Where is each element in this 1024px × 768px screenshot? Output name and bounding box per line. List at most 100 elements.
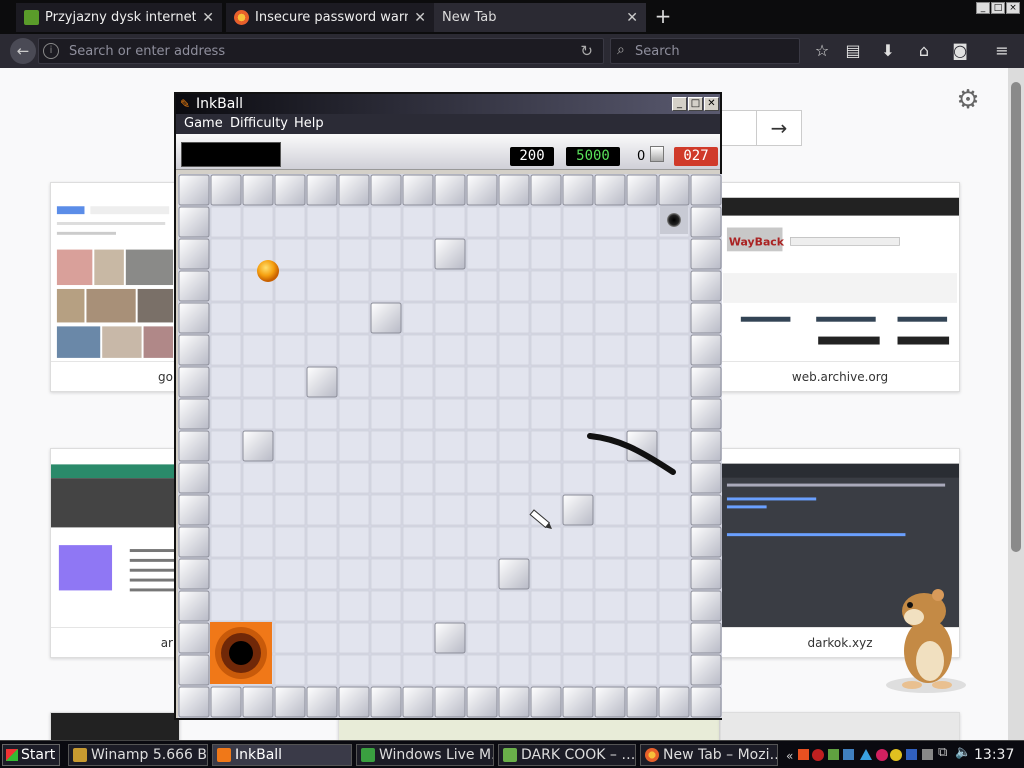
system-tray[interactable]: « xyxy=(786,745,936,765)
inkball-close-button[interactable]: ✕ xyxy=(704,97,719,111)
winamp-icon xyxy=(73,748,87,762)
scrollbar-thumb[interactable] xyxy=(1011,82,1021,552)
floor-tile xyxy=(306,494,338,526)
close-tab-icon[interactable]: ✕ xyxy=(414,10,426,26)
tray-icon[interactable] xyxy=(812,749,824,761)
task-label: Winamp 5.666 B… xyxy=(91,747,208,763)
close-tab-icon[interactable]: ✕ xyxy=(626,10,638,26)
floor-tile xyxy=(306,558,338,590)
floor-tile xyxy=(594,622,626,654)
wall-tile xyxy=(178,494,210,526)
floor-tile xyxy=(626,654,658,686)
floor-tile xyxy=(594,366,626,398)
tray-icon[interactable] xyxy=(843,749,854,760)
search-go-button[interactable]: → xyxy=(756,110,802,146)
floor-tile xyxy=(626,238,658,270)
search-input[interactable]: ⌕ Search xyxy=(610,38,800,64)
board-canvas[interactable] xyxy=(178,174,722,718)
floor-tile xyxy=(306,526,338,558)
close-window-button[interactable]: × xyxy=(1006,2,1020,14)
wall-tile xyxy=(370,686,402,718)
tab-new-tab[interactable]: New Tab ✕ xyxy=(434,3,646,32)
floor-tile xyxy=(658,558,690,590)
floor-tile xyxy=(626,270,658,302)
web-archive-tile[interactable]: WayBack web.archive.org xyxy=(720,182,960,392)
wall-tile xyxy=(690,270,722,302)
bookmark-star-icon[interactable]: ☆ xyxy=(812,41,832,61)
floor-tile xyxy=(210,334,242,366)
network-icon[interactable]: ⧉ xyxy=(938,745,947,760)
tray-icon[interactable] xyxy=(828,749,839,760)
new-tab-plus-icon[interactable]: + xyxy=(650,4,676,30)
back-arrow-icon[interactable]: ← xyxy=(10,38,36,64)
floor-tile xyxy=(306,334,338,366)
gear-icon[interactable]: ⚙ xyxy=(954,86,982,114)
task-dark-cook[interactable]: DARK COOK – … xyxy=(498,744,636,766)
floor-tile xyxy=(242,334,274,366)
archive-org-tile[interactable]: ar xyxy=(50,448,180,658)
wall-tile xyxy=(178,462,210,494)
floor-tile xyxy=(242,206,274,238)
inkball-minimize-button[interactable]: _ xyxy=(672,97,687,111)
info-icon[interactable]: i xyxy=(43,43,59,59)
minimize-window-button[interactable]: _ xyxy=(976,2,990,14)
inkball-maximize-button[interactable]: □ xyxy=(688,97,703,111)
floor-tile xyxy=(242,526,274,558)
game-board[interactable] xyxy=(178,174,722,718)
google-images-tile[interactable]: go xyxy=(50,182,180,392)
download-icon[interactable]: ⬇ xyxy=(878,41,898,61)
tray-icon[interactable] xyxy=(860,749,872,760)
task-inkball[interactable]: InkBall xyxy=(212,744,352,766)
floor-tile xyxy=(530,302,562,334)
floor-tile xyxy=(658,398,690,430)
windows-logo-icon xyxy=(6,749,18,761)
floor-tile xyxy=(466,366,498,398)
tab-insecure-password[interactable]: Insecure password warni… ✕ xyxy=(226,3,434,32)
floor-tile xyxy=(498,206,530,238)
reload-icon[interactable]: ↻ xyxy=(580,42,593,60)
floor-tile xyxy=(434,302,466,334)
wall-tile xyxy=(178,174,210,206)
volume-icon[interactable]: 🔈 xyxy=(955,745,971,760)
library-icon[interactable]: ▤ xyxy=(843,41,863,61)
tray-icon[interactable] xyxy=(798,749,809,760)
floor-tile xyxy=(530,238,562,270)
floor-tile xyxy=(370,430,402,462)
task-winamp[interactable]: Winamp 5.666 B… xyxy=(68,744,208,766)
block-tile xyxy=(434,622,466,654)
floor-tile xyxy=(658,654,690,686)
menu-icon[interactable]: ≡ xyxy=(992,41,1012,61)
tray-icon[interactable] xyxy=(876,749,888,761)
wall-tile xyxy=(690,302,722,334)
hamster-desktop-pet[interactable] xyxy=(880,585,970,695)
floor-tile xyxy=(274,654,306,686)
close-tab-icon[interactable]: ✕ xyxy=(202,10,214,26)
task-windows-live[interactable]: Windows Live M… xyxy=(356,744,494,766)
menu-difficulty[interactable]: Difficulty xyxy=(230,114,288,134)
floor-tile xyxy=(306,590,338,622)
firefox-icon xyxy=(234,10,249,25)
floor-tile xyxy=(434,590,466,622)
task-firefox[interactable]: New Tab – Mozi… xyxy=(640,744,778,766)
start-button[interactable]: Start xyxy=(2,744,60,766)
floor-tile xyxy=(498,238,530,270)
pocket-icon[interactable]: ◙ xyxy=(950,41,970,61)
newtab-search-field[interactable] xyxy=(720,110,760,146)
floor-tile xyxy=(530,366,562,398)
floor-tile xyxy=(594,206,626,238)
archive-org-thumbnail xyxy=(51,464,179,642)
restore-window-button[interactable]: □ xyxy=(991,2,1005,14)
home-icon[interactable]: ⌂ xyxy=(914,41,934,61)
floor-tile xyxy=(274,238,306,270)
menu-game[interactable]: Game xyxy=(184,114,223,134)
tab-przyjazny-dysk[interactable]: Przyjazny dysk interneto… ✕ xyxy=(16,3,222,32)
tray-icon[interactable] xyxy=(922,749,933,760)
tray-icon[interactable] xyxy=(890,749,902,761)
address-bar[interactable]: i Search or enter address ↻ xyxy=(38,38,604,64)
inkball-titlebar[interactable]: ✎ InkBall xyxy=(176,94,720,114)
menu-help[interactable]: Help xyxy=(294,114,324,134)
tray-icon[interactable] xyxy=(906,749,917,760)
window-title: InkBall xyxy=(196,96,244,112)
floor-tile xyxy=(338,462,370,494)
floor-tile xyxy=(658,270,690,302)
